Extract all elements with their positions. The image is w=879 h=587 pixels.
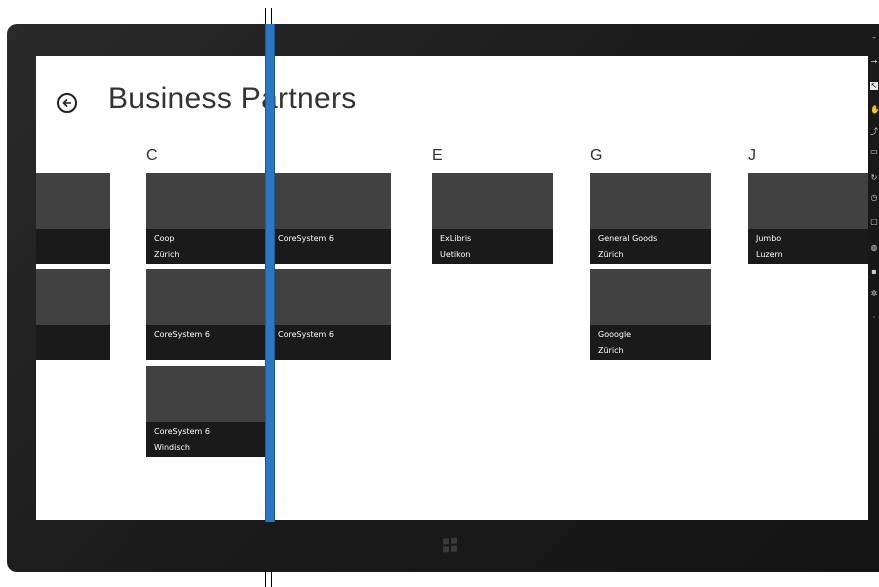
tile-name: CoreSystem 6 — [154, 330, 210, 339]
split-guide-line — [265, 8, 266, 24]
printer-icon[interactable]: ▭ — [870, 148, 878, 156]
tile-caption: General Goods Zürich — [590, 229, 711, 264]
tile-name: General Goods — [598, 234, 658, 243]
tile-caption: CoreSystem 6 — [270, 229, 391, 264]
tile-location: Luzern — [756, 250, 783, 259]
group-header-c[interactable]: C — [146, 147, 158, 165]
hand-icon[interactable]: ✋ — [870, 106, 879, 114]
partner-tile-coresystem[interactable]: CoreSystem 6 — [270, 173, 391, 264]
tile-caption — [36, 325, 110, 360]
share-icon[interactable]: ⤴ — [870, 128, 878, 136]
page-root: Business Partners C E G J rf Coop Zürich — [0, 0, 879, 587]
tile-location: Zürich — [154, 250, 180, 259]
pin-icon[interactable]: · — [870, 314, 878, 322]
tile-caption: CoreSystem 6 Windisch — [146, 422, 267, 457]
tile-caption: CoreSystem 6 — [270, 325, 391, 360]
tile-location: Zürich — [598, 250, 624, 259]
partner-tile[interactable]: rf — [36, 173, 110, 264]
partner-tile-coresystem[interactable]: CoreSystem 6 — [270, 269, 391, 360]
tile-caption: Gooogle Zürich — [590, 325, 711, 360]
partner-tile-general-goods[interactable]: General Goods Zürich — [590, 173, 711, 264]
windows-logo-icon[interactable] — [443, 537, 457, 553]
tile-location: Uetikon — [440, 250, 471, 259]
back-arrow-icon — [62, 98, 71, 108]
split-guide-line — [271, 571, 272, 587]
refresh-icon[interactable]: ↻ — [870, 174, 878, 182]
tile-caption: CoreSystem 6 — [146, 325, 267, 360]
tile-name: CoreSystem 6 — [278, 330, 334, 339]
group-header-g[interactable]: G — [590, 147, 602, 165]
split-divider-handle[interactable] — [265, 24, 275, 522]
tile-name: ExLibris — [440, 234, 472, 243]
tile-name: Jumbo — [756, 234, 782, 243]
comment-icon[interactable]: ▢ — [870, 218, 878, 226]
tile-location: Zürich — [598, 346, 624, 355]
tile-location: Windisch — [154, 443, 190, 452]
partner-tile-coresystem-windisch[interactable]: CoreSystem 6 Windisch — [146, 366, 267, 457]
page-title: Business Partners — [108, 82, 357, 115]
tile-name: Coop — [154, 234, 175, 243]
back-button[interactable] — [57, 93, 77, 113]
arrow-icon[interactable]: → — [870, 58, 878, 66]
clock-icon[interactable]: ◷ — [870, 194, 878, 202]
tile-name: Gooogle — [598, 330, 632, 339]
tile-name: CoreSystem 6 — [278, 234, 334, 243]
tile-caption: Coop Zürich — [146, 229, 267, 264]
partner-tile-gooogle[interactable]: Gooogle Zürich — [590, 269, 711, 360]
tile-caption: Jumbo Luzern — [748, 229, 868, 264]
group-header-j[interactable]: J — [748, 147, 756, 165]
right-toolbar: – → ↖ ✋ ⤴ ▭ ↻ ◷ ▢ ◍ ▪ ✲ · — [868, 28, 879, 338]
minus-icon[interactable]: – — [870, 34, 878, 42]
gear-icon[interactable]: ✲ — [870, 290, 878, 298]
lock-icon[interactable]: ▪ — [870, 268, 878, 276]
tile-caption: ExLibris Uetikon — [432, 229, 553, 264]
partner-tile[interactable] — [36, 269, 110, 360]
select-icon[interactable]: ↖ — [870, 82, 878, 90]
group-header-e[interactable]: E — [432, 147, 443, 165]
partner-tile-coresystem[interactable]: CoreSystem 6 — [146, 269, 267, 360]
app-screen: Business Partners C E G J rf Coop Zürich — [36, 56, 868, 520]
tile-caption: rf — [36, 229, 110, 264]
partner-tile-jumbo[interactable]: Jumbo Luzern — [748, 173, 868, 264]
split-guide-line — [271, 8, 272, 24]
tile-name: CoreSystem 6 — [154, 427, 210, 436]
partner-tile-exlibris[interactable]: ExLibris Uetikon — [432, 173, 553, 264]
partner-tile-coop[interactable]: Coop Zürich — [146, 173, 267, 264]
split-guide-line — [265, 571, 266, 587]
globe-icon[interactable]: ◍ — [870, 244, 878, 252]
